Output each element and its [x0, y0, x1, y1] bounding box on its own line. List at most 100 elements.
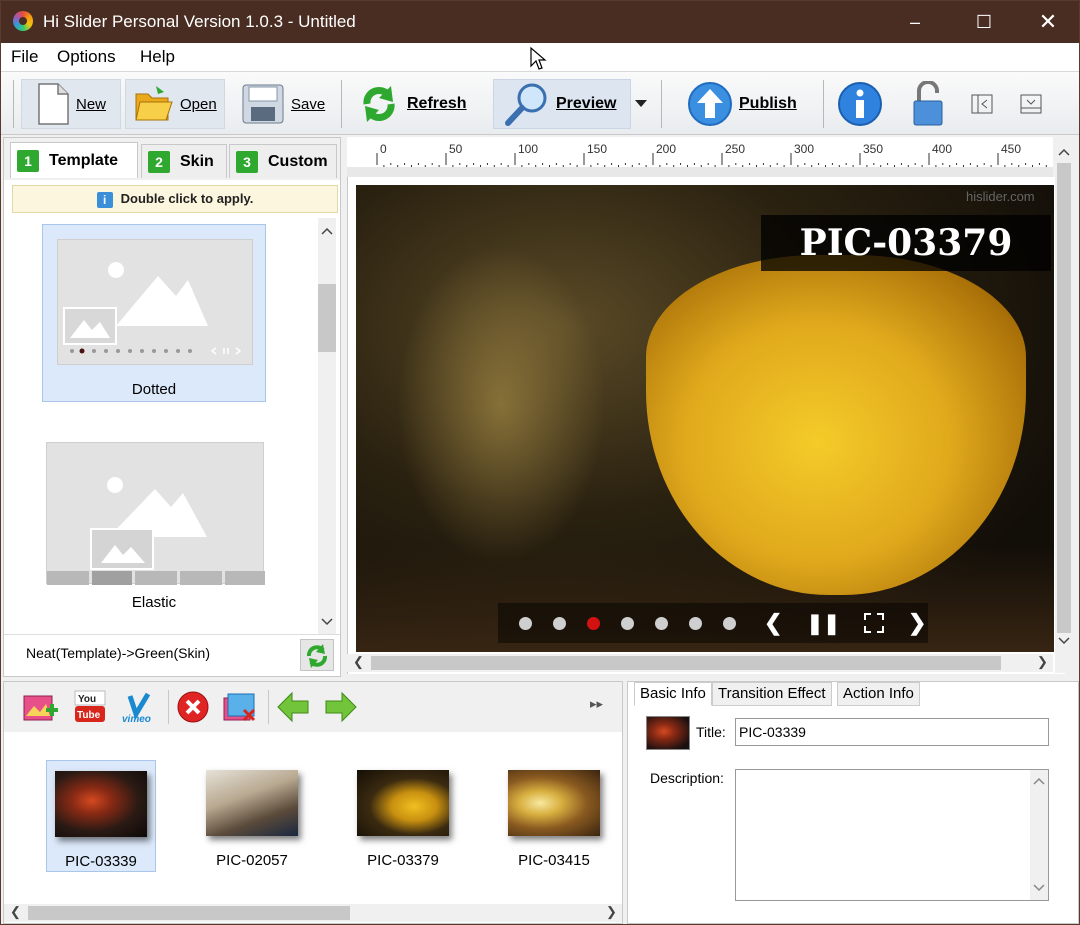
minimize-button[interactable]: –	[892, 1, 938, 43]
dock-bottom-icon	[1020, 94, 1042, 114]
close-button[interactable]: ✕	[1025, 1, 1071, 43]
tab-action-info[interactable]: Action Info	[837, 682, 920, 706]
preview-button[interactable]: Preview	[493, 79, 631, 129]
toolbar-overflow-icon[interactable]: ▸▸	[590, 696, 603, 712]
maximize-button[interactable]: ☐	[961, 1, 1007, 43]
menu-file[interactable]: File	[11, 47, 38, 67]
slide-dot-active[interactable]	[587, 616, 600, 630]
tab-template[interactable]: 1 Template	[10, 142, 138, 178]
mouse-cursor-icon	[530, 46, 547, 70]
chevron-down-icon	[635, 100, 647, 107]
pause-icon[interactable]: ❚❚	[806, 611, 840, 636]
slide-dot[interactable]	[519, 616, 532, 630]
slide-thumbnail-image	[55, 771, 147, 837]
watermark: hislider.com	[966, 189, 1035, 204]
tab-number-badge: 1	[17, 149, 39, 172]
save-button[interactable]: Save	[241, 79, 333, 129]
new-button[interactable]: New	[21, 79, 121, 129]
slide-dot[interactable]	[553, 616, 566, 630]
apply-refresh-button[interactable]	[300, 639, 334, 671]
ruler-label: 450	[1001, 142, 1021, 156]
slide-dot[interactable]	[621, 616, 634, 630]
scrollbar-thumb[interactable]	[28, 906, 350, 920]
publish-up-arrow-icon	[688, 82, 732, 126]
main-toolbar: New Open Save Refresh Preview Publish	[1, 71, 1079, 135]
slide-name: PIC-03379	[367, 852, 439, 869]
slide-dot[interactable]	[689, 616, 702, 630]
template-card-elastic[interactable]: Elastic	[42, 438, 266, 618]
scrollbar-thumb[interactable]	[1057, 163, 1071, 633]
collapse-left-button[interactable]	[971, 79, 995, 129]
tab-number-badge: 2	[148, 150, 170, 173]
slide-thumbnail-image	[508, 770, 600, 836]
template-status-row: Neat(Template)->Green(Skin)	[4, 634, 340, 676]
template-name: Elastic	[131, 594, 177, 611]
publish-label: Publish	[739, 95, 797, 112]
open-button[interactable]: Open	[125, 79, 225, 129]
app-window: Hi Slider Personal Version 1.0.3 - Untit…	[0, 0, 1080, 925]
tab-custom[interactable]: 3 Custom	[229, 144, 337, 178]
tab-skin[interactable]: 2 Skin	[141, 144, 227, 178]
preview-dropdown-arrow[interactable]	[633, 79, 649, 129]
description-textarea[interactable]	[735, 769, 1049, 901]
add-image-icon[interactable]	[22, 692, 60, 724]
magnifier-icon	[505, 83, 547, 126]
about-button[interactable]	[837, 79, 885, 129]
move-right-arrow-icon[interactable]	[324, 690, 358, 724]
scroll-up-icon	[1058, 148, 1070, 156]
delete-icon[interactable]	[176, 690, 210, 724]
template-thumbnail	[57, 239, 253, 365]
move-left-arrow-icon[interactable]	[276, 690, 310, 724]
slide-thumb-1[interactable]: PIC-03339	[46, 760, 156, 872]
ruler-label: 200	[656, 142, 676, 156]
refresh-button[interactable]: Refresh	[357, 79, 487, 129]
tab-basic-info[interactable]: Basic Info	[634, 682, 712, 706]
hint-text: Double click to apply.	[120, 191, 254, 206]
tab-custom-label: Custom	[268, 152, 328, 170]
app-logo-icon	[13, 11, 33, 31]
scroll-right-icon[interactable]: ❯	[606, 904, 617, 920]
tab-transition-effect[interactable]: Transition Effect	[712, 682, 832, 706]
hint-banner: i Double click to apply.	[12, 185, 338, 213]
delete-all-icon[interactable]	[222, 690, 258, 724]
menu-options[interactable]: Options	[57, 47, 116, 67]
info-icon	[838, 82, 882, 126]
template-name: Dotted	[131, 381, 177, 398]
next-slide-icon[interactable]: ❯	[908, 610, 926, 636]
scroll-left-icon[interactable]: ❮	[353, 654, 364, 670]
youtube-icon[interactable]: You Tube	[74, 690, 106, 724]
scrollbar-thumb[interactable]	[318, 284, 336, 352]
slide-thumb-3[interactable]: PIC-03379	[349, 760, 457, 872]
svg-text:Tube: Tube	[77, 710, 101, 721]
scrollbar-thumb[interactable]	[371, 656, 1001, 670]
slide-thumb-4[interactable]: PIC-03415	[500, 760, 608, 872]
ruler-label: 400	[932, 142, 952, 156]
title-input[interactable]	[735, 718, 1049, 746]
template-card-dotted[interactable]: Dotted	[42, 224, 266, 402]
slide-thumb-2[interactable]: PIC-02057	[198, 760, 306, 872]
scroll-left-icon[interactable]: ❮	[10, 904, 21, 920]
tab-skin-label: Skin	[180, 152, 214, 170]
preview-v-scrollbar[interactable]	[1055, 137, 1075, 673]
scroll-right-icon[interactable]: ❯	[1037, 654, 1048, 670]
unlock-button[interactable]	[911, 79, 947, 129]
slide-dot[interactable]	[723, 616, 736, 630]
open-label: Open	[180, 95, 217, 113]
fullscreen-icon[interactable]	[863, 613, 884, 633]
description-scrollbar[interactable]	[1030, 770, 1048, 900]
collapse-bottom-button[interactable]	[1020, 79, 1044, 129]
template-scrollbar[interactable]	[318, 218, 336, 634]
preview-h-scrollbar[interactable]: ❮ ❯	[347, 654, 1053, 672]
current-template-skin: Neat(Template)->Green(Skin)	[26, 645, 211, 661]
ruler-label: 250	[725, 142, 745, 156]
slide-dot[interactable]	[655, 616, 668, 630]
menu-help[interactable]: Help	[140, 47, 175, 67]
tab-template-label: Template	[49, 151, 119, 169]
preview-label: Preview	[556, 95, 617, 112]
publish-button[interactable]: Publish	[687, 79, 807, 129]
slide-title: PIC-03379	[761, 215, 1051, 271]
vimeo-icon[interactable]: vimeo	[120, 690, 162, 724]
slide-list-scrollbar[interactable]: ❮ ❯	[4, 904, 622, 922]
prev-slide-icon[interactable]: ❮	[764, 610, 782, 636]
refresh-label: Refresh	[407, 95, 467, 112]
